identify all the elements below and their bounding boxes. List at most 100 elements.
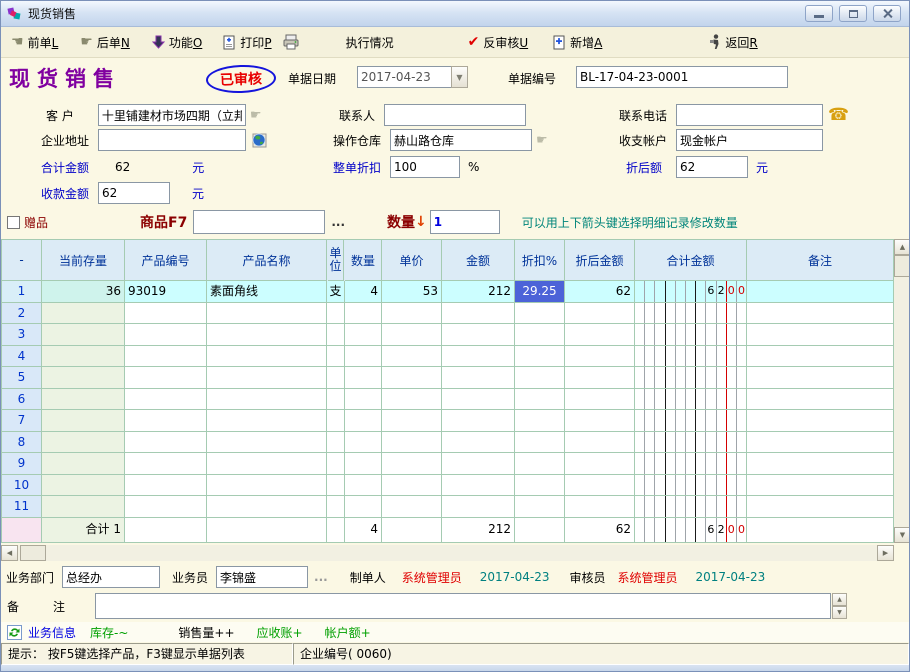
table-cell[interactable] — [207, 303, 327, 325]
new-doc-button[interactable]: 新增A — [546, 31, 608, 54]
table-cell[interactable] — [125, 496, 207, 518]
table-cell[interactable] — [565, 432, 635, 454]
next-doc-button[interactable]: ☛ 后单N — [74, 31, 136, 54]
table-cell[interactable] — [42, 410, 125, 432]
row-number-cell[interactable]: 6 — [2, 389, 42, 411]
table-cell[interactable]: 53 — [382, 281, 442, 303]
row-number-cell[interactable]: 2 — [2, 303, 42, 325]
table-cell[interactable] — [207, 367, 327, 389]
refresh-icon[interactable] — [7, 625, 22, 640]
table-cell[interactable] — [327, 496, 345, 518]
vertical-scrollbar[interactable]: ▲ ▼ — [894, 239, 910, 543]
discount-cell[interactable] — [515, 496, 565, 518]
table-cell[interactable] — [382, 453, 442, 475]
warehouse-input[interactable] — [390, 129, 532, 151]
total-amount-digit-cell[interactable] — [635, 410, 747, 432]
table-cell[interactable] — [515, 518, 565, 543]
note-cell[interactable] — [747, 324, 894, 346]
discount-cell[interactable] — [515, 475, 565, 497]
print-button[interactable]: 打印P — [216, 31, 277, 54]
table-cell[interactable] — [565, 475, 635, 497]
product-input[interactable] — [193, 210, 325, 234]
table-cell[interactable] — [442, 324, 515, 346]
discount-cell[interactable] — [515, 367, 565, 389]
table-cell[interactable] — [442, 389, 515, 411]
note-cell[interactable] — [747, 281, 894, 303]
table-cell[interactable] — [345, 303, 382, 325]
discount-cell[interactable] — [515, 410, 565, 432]
table-cell[interactable] — [42, 303, 125, 325]
table-cell[interactable] — [125, 518, 207, 543]
total-amount-digit-cell[interactable] — [635, 303, 747, 325]
salesman-more-button[interactable]: ... — [314, 570, 328, 584]
whole-discount-input[interactable] — [390, 156, 460, 178]
table-cell[interactable] — [207, 346, 327, 368]
table-cell[interactable]: 93019 — [125, 281, 207, 303]
table-cell[interactable] — [327, 518, 345, 543]
printer-icon[interactable] — [282, 34, 300, 50]
table-cell[interactable] — [442, 410, 515, 432]
table-row[interactable]: 9 — [2, 453, 894, 475]
table-cell[interactable] — [345, 389, 382, 411]
table-cell[interactable] — [125, 303, 207, 325]
table-cell[interactable] — [125, 389, 207, 411]
minimize-button[interactable] — [805, 5, 833, 22]
total-amount-digit-cell[interactable]: 6200 — [635, 281, 747, 303]
table-cell[interactable] — [565, 410, 635, 432]
exec-status-button[interactable]: 执行情况 — [340, 31, 400, 54]
table-row[interactable]: 13693019素面角线支45321229.25626200 — [2, 281, 894, 303]
note-spin-up-button[interactable]: ▲ — [832, 593, 847, 606]
gift-checkbox[interactable] — [7, 216, 20, 229]
address-input[interactable] — [98, 129, 246, 151]
table-row[interactable]: 11 — [2, 496, 894, 518]
table-cell[interactable] — [207, 432, 327, 454]
table-row[interactable]: 7 — [2, 410, 894, 432]
table-cell[interactable] — [125, 453, 207, 475]
table-cell[interactable] — [747, 518, 894, 543]
table-cell[interactable] — [42, 346, 125, 368]
row-number-cell[interactable]: 5 — [2, 367, 42, 389]
table-cell[interactable] — [382, 346, 442, 368]
salesman-input[interactable] — [216, 566, 308, 588]
total-amount-digit-cell[interactable] — [635, 475, 747, 497]
table-row[interactable]: 10 — [2, 475, 894, 497]
table-cell[interactable] — [442, 303, 515, 325]
restore-button[interactable] — [839, 5, 867, 22]
note-cell[interactable] — [747, 389, 894, 411]
account-balance-link[interactable]: 帐户额+ — [325, 624, 371, 641]
discount-cell[interactable] — [515, 432, 565, 454]
table-cell[interactable] — [382, 410, 442, 432]
table-cell[interactable] — [382, 367, 442, 389]
total-amount-cell[interactable]: 212 — [442, 518, 515, 543]
table-cell[interactable] — [207, 518, 327, 543]
table-cell[interactable] — [327, 410, 345, 432]
table-cell[interactable] — [382, 496, 442, 518]
table-cell[interactable] — [442, 432, 515, 454]
total-discounted-cell[interactable]: 62 — [565, 518, 635, 543]
note-cell[interactable] — [747, 346, 894, 368]
table-cell[interactable] — [207, 475, 327, 497]
table-cell[interactable] — [565, 453, 635, 475]
close-button[interactable] — [873, 5, 901, 22]
phone-icon[interactable]: ☎ — [828, 105, 849, 125]
table-cell[interactable] — [327, 303, 345, 325]
table-cell[interactable] — [125, 475, 207, 497]
stock-link[interactable]: 库存-~ — [90, 624, 128, 641]
note-spin-down-button[interactable]: ▼ — [832, 606, 847, 619]
note-textarea[interactable] — [95, 593, 831, 619]
table-cell[interactable]: 62 — [565, 281, 635, 303]
table-cell[interactable]: 支 — [327, 281, 345, 303]
prev-doc-button[interactable]: ☚ 前单L — [5, 31, 64, 54]
note-cell[interactable] — [747, 432, 894, 454]
sales-volume-link[interactable]: 销售量++ — [178, 624, 234, 641]
functions-button[interactable]: 功能O — [146, 31, 208, 54]
globe-icon[interactable] — [251, 132, 267, 148]
row-number-cell[interactable]: 11 — [2, 496, 42, 518]
table-cell[interactable] — [382, 432, 442, 454]
total-amount-digit-cell[interactable] — [635, 346, 747, 368]
table-cell[interactable]: 4 — [345, 281, 382, 303]
table-cell[interactable] — [207, 324, 327, 346]
row-number-cell[interactable]: 3 — [2, 324, 42, 346]
table-cell[interactable] — [382, 303, 442, 325]
doc-date-dropdown-button[interactable]: ▼ — [451, 66, 468, 88]
